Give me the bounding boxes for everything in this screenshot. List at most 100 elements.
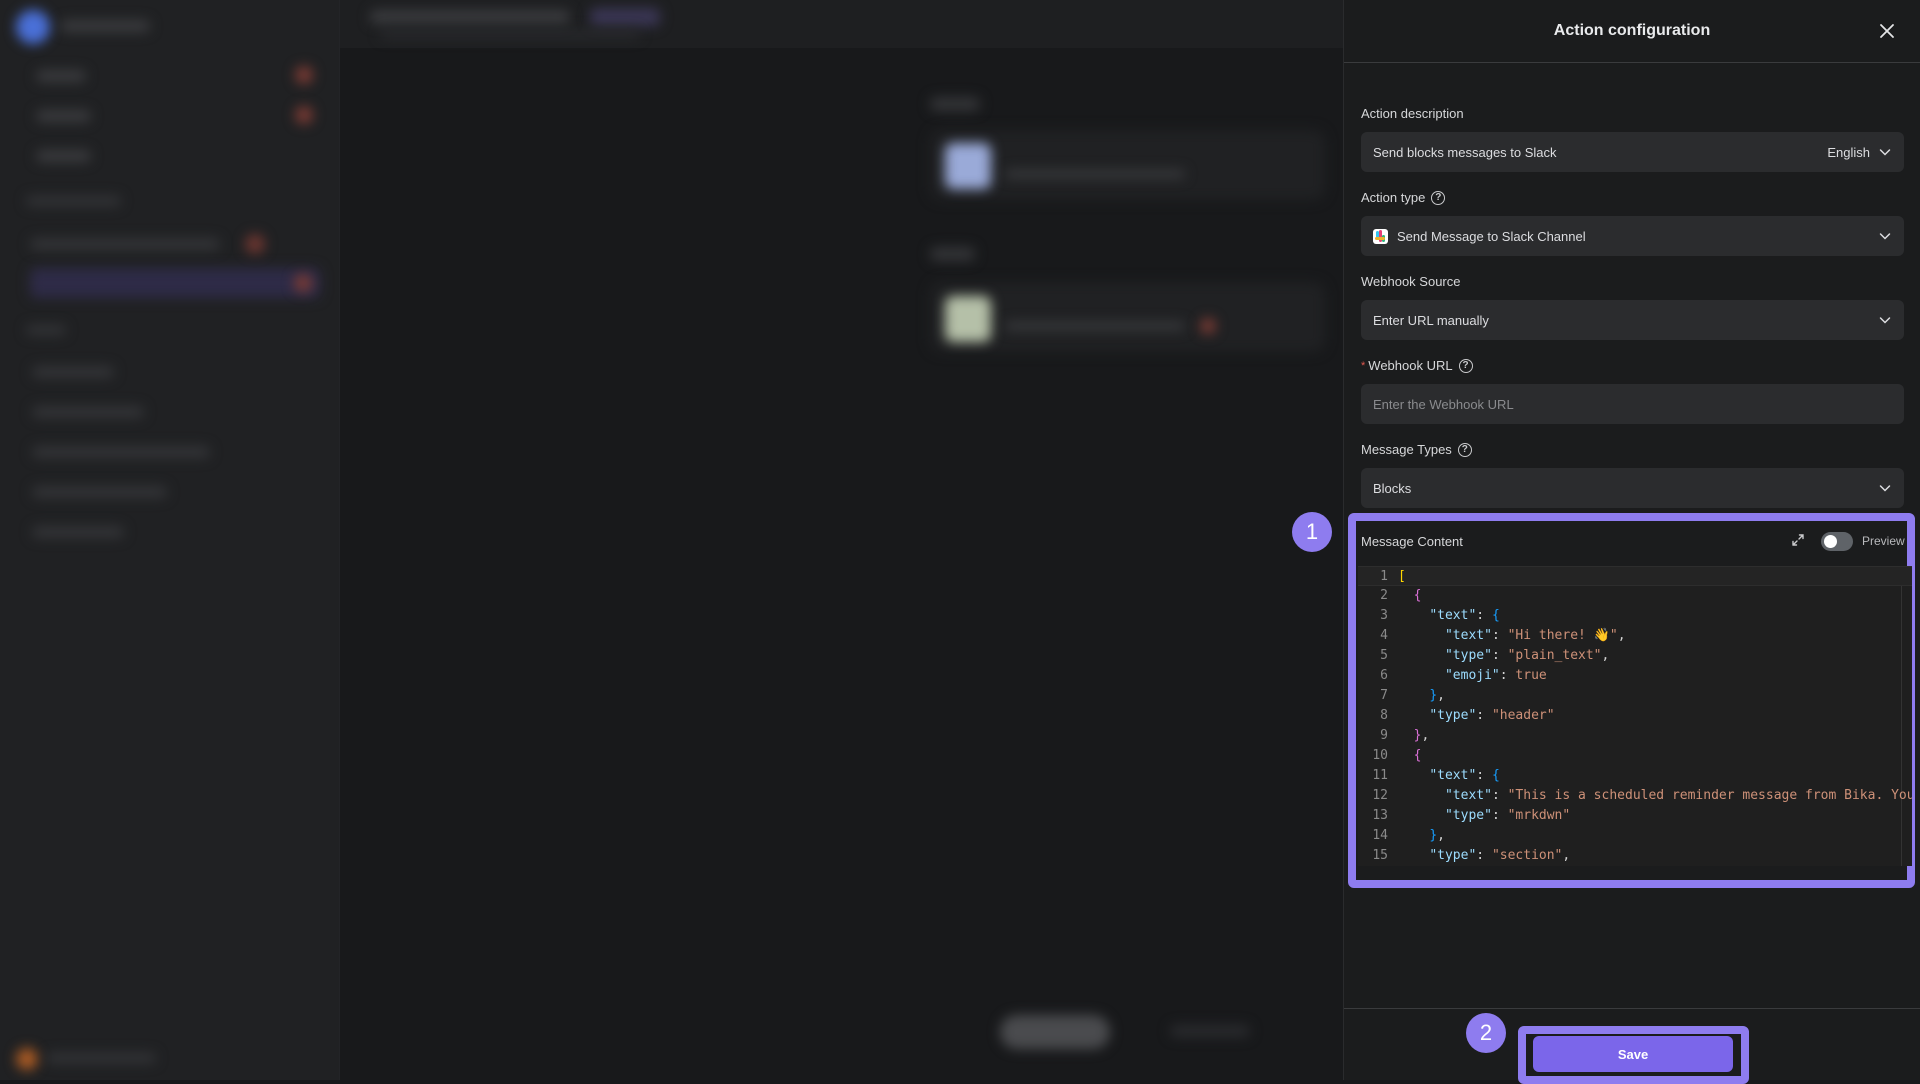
message-types-select[interactable]: Blocks bbox=[1361, 468, 1904, 508]
code-line[interactable]: 5 "type": "plain_text", bbox=[1358, 646, 1912, 666]
code-token: "type" bbox=[1444, 808, 1492, 823]
webhook-source-label-text: Webhook Source bbox=[1361, 274, 1461, 289]
code-line[interactable]: 10 { bbox=[1358, 746, 1912, 766]
code-token: "text" bbox=[1429, 768, 1477, 783]
help-icon[interactable]: ? bbox=[1431, 190, 1446, 205]
webhook-url-label-text: Webhook URL bbox=[1368, 358, 1453, 373]
line-number: 9 bbox=[1380, 728, 1388, 743]
nav-item bbox=[32, 406, 144, 418]
code-text: { bbox=[1388, 586, 1422, 606]
action-type-select[interactable]: Send Message to Slack Channel bbox=[1361, 216, 1904, 256]
bottom-link bbox=[1170, 1025, 1250, 1037]
subtitle bbox=[380, 30, 640, 38]
code-text: "text": "This is a scheduled reminder me… bbox=[1388, 786, 1912, 806]
expand-icon[interactable] bbox=[1790, 532, 1806, 548]
action-type-label: Action type ? bbox=[1361, 190, 1446, 205]
language-value: English bbox=[1827, 144, 1870, 160]
code-line[interactable]: 9 }, bbox=[1358, 726, 1912, 746]
code-text: }, bbox=[1388, 826, 1445, 846]
message-content-label: Message Content bbox=[1361, 534, 1463, 549]
chevron-down-icon bbox=[1879, 233, 1891, 240]
code-text: "text": { bbox=[1388, 766, 1499, 786]
code-text: }, bbox=[1388, 686, 1445, 706]
line-number: 4 bbox=[1380, 628, 1388, 643]
code-text: { bbox=[1388, 746, 1422, 766]
nav-badge bbox=[294, 274, 312, 292]
code-line[interactable]: 13 "type": "mrkdwn" bbox=[1358, 806, 1912, 826]
language-select[interactable]: English bbox=[1827, 145, 1892, 160]
code-text: "text": "Hi there! 👋", bbox=[1388, 626, 1626, 646]
code-line[interactable]: 14 }, bbox=[1358, 826, 1912, 846]
code-line[interactable]: 2 { bbox=[1358, 586, 1912, 606]
action-description-value: Send blocks messages to Slack bbox=[1373, 144, 1557, 160]
section-title bbox=[930, 247, 975, 261]
webhook-url-label: * Webhook URL ? bbox=[1361, 358, 1473, 373]
code-text: "type": "section", bbox=[1388, 846, 1570, 866]
code-line[interactable]: 4 "text": "Hi there! 👋", bbox=[1358, 626, 1912, 646]
code-text: [ bbox=[1388, 567, 1406, 585]
code-text: }, bbox=[1388, 726, 1430, 746]
code-line[interactable]: 6 "emoji": true bbox=[1358, 666, 1912, 686]
code-text: "text": { bbox=[1388, 606, 1499, 626]
code-line[interactable]: 15 "type": "section", bbox=[1358, 846, 1912, 866]
line-number: 5 bbox=[1380, 648, 1388, 663]
section-title bbox=[930, 97, 980, 111]
code-token: "text" bbox=[1444, 788, 1492, 803]
nav-item bbox=[32, 526, 124, 538]
help-icon[interactable]: ? bbox=[1458, 358, 1473, 373]
save-button[interactable]: Save bbox=[1533, 1036, 1733, 1072]
code-line[interactable]: 7 }, bbox=[1358, 686, 1912, 706]
webhook-url-input[interactable]: Enter the Webhook URL bbox=[1361, 384, 1904, 424]
code-token: "section" bbox=[1491, 848, 1563, 863]
code-token: : bbox=[1499, 668, 1516, 683]
code-token: : bbox=[1476, 848, 1492, 863]
code-line[interactable]: 11 "text": { bbox=[1358, 766, 1912, 786]
help-icon[interactable]: ? bbox=[1457, 442, 1472, 457]
nav-item bbox=[36, 110, 91, 122]
close-icon[interactable] bbox=[1876, 20, 1898, 42]
code-editor[interactable]: 1[2 {3 "text": {4 "text": "Hi there! 👋",… bbox=[1358, 566, 1912, 866]
code-line[interactable]: 12 "text": "This is a scheduled reminder… bbox=[1358, 786, 1912, 806]
code-text: "emoji": true bbox=[1388, 666, 1547, 686]
preview-label: Preview bbox=[1862, 534, 1905, 548]
webhook-source-value: Enter URL manually bbox=[1373, 312, 1489, 328]
panel-title: Action configuration bbox=[1553, 22, 1711, 39]
code-line[interactable]: 1[ bbox=[1358, 566, 1912, 586]
section-heading bbox=[26, 325, 66, 335]
workspace-name bbox=[60, 20, 150, 32]
code-token: : bbox=[1476, 708, 1492, 723]
action-badge bbox=[1200, 318, 1216, 334]
code-line[interactable]: 3 "text": { bbox=[1358, 606, 1912, 626]
nav-item-active bbox=[30, 268, 320, 298]
code-token: : bbox=[1476, 608, 1492, 623]
code-text: "type": "header" bbox=[1388, 706, 1554, 726]
action-description-label: Action description bbox=[1361, 106, 1464, 121]
toggle-knob bbox=[1824, 535, 1837, 548]
line-number: 11 bbox=[1372, 768, 1388, 783]
preview-toggle[interactable] bbox=[1821, 532, 1853, 551]
line-number: 1 bbox=[1380, 569, 1388, 584]
code-line[interactable]: 8 "type": "header" bbox=[1358, 706, 1912, 726]
code-token: , bbox=[1617, 628, 1626, 643]
slack-icon bbox=[1373, 228, 1388, 244]
code-token: "text" bbox=[1429, 608, 1477, 623]
webhook-source-select[interactable]: Enter URL manually bbox=[1361, 300, 1904, 340]
line-number: 6 bbox=[1380, 668, 1388, 683]
user-avatar bbox=[16, 1048, 38, 1070]
line-number: 14 bbox=[1372, 828, 1388, 843]
background-app-blurred bbox=[0, 0, 1343, 1080]
nav-badge bbox=[245, 234, 265, 254]
code-token: "text" bbox=[1444, 628, 1492, 643]
message-types-label: Message Types ? bbox=[1361, 442, 1472, 457]
action-description-input[interactable]: Send blocks messages to Slack English bbox=[1361, 132, 1904, 172]
chevron-down-icon bbox=[1879, 317, 1891, 324]
step-badge-2: 2 bbox=[1466, 1013, 1506, 1053]
